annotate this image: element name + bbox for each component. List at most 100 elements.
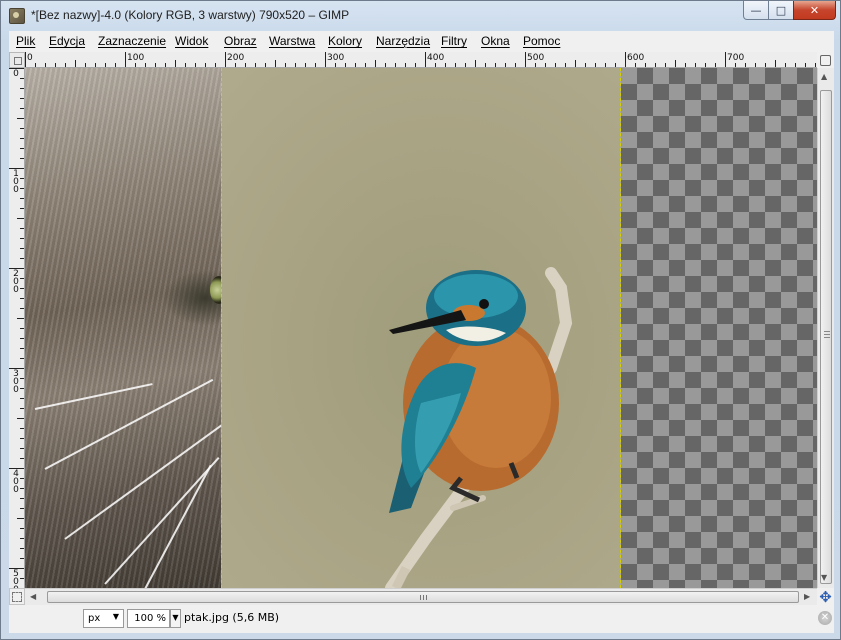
maximize-button[interactable]: □: [768, 1, 794, 20]
menu-edycja[interactable]: Edycja: [49, 34, 85, 48]
vertical-scroll-thumb[interactable]: [820, 90, 832, 584]
ruler-label: 300: [327, 53, 345, 63]
ruler-tick: [20, 248, 24, 249]
ruler-tick: [20, 228, 24, 229]
ruler-tick: [315, 63, 316, 67]
ruler-tick: [815, 63, 816, 67]
ruler-tick: [85, 63, 86, 67]
ruler-tick: [595, 63, 596, 67]
ruler-tick: [20, 208, 24, 209]
ruler-tick: [715, 63, 716, 67]
ruler-tick: [605, 63, 606, 67]
ruler-tick: [415, 63, 416, 67]
menu-okna[interactable]: Okna: [481, 34, 510, 48]
transparent-checkerboard: [621, 68, 817, 588]
ruler-tick: [425, 52, 426, 67]
zoom-input[interactable]: 100 %: [127, 609, 170, 628]
scroll-up-icon[interactable]: ▲: [821, 72, 827, 81]
menu-obraz[interactable]: Obraz: [224, 34, 257, 48]
menu-narzedzia[interactable]: Narzędzia: [376, 34, 430, 48]
title-bar[interactable]: *[Bez nazwy]-4.0 (Kolory RGB, 3 warstwy)…: [1, 1, 841, 31]
ruler-tick: [225, 52, 226, 67]
ruler-tick: [165, 63, 166, 67]
scroll-down-icon[interactable]: ▼: [821, 573, 827, 582]
ruler-label: 300: [13, 369, 19, 395]
menu-plik[interactable]: Plik: [16, 34, 35, 48]
ruler-tick: [585, 63, 586, 67]
ruler-tick: [17, 418, 24, 419]
ruler-tick: [745, 63, 746, 67]
ruler-tick: [565, 63, 566, 67]
horizontal-ruler[interactable]: 0 100 200 300 400 500 600 700: [25, 52, 817, 68]
horizontal-scrollbar[interactable]: ◀ ▶: [25, 588, 817, 605]
scroll-right-icon[interactable]: ▶: [804, 592, 810, 601]
ruler-tick: [20, 478, 24, 479]
status-message: ptak.jpg (5,6 MB): [184, 611, 280, 624]
ruler-label: 0: [27, 53, 33, 63]
menu-widok[interactable]: Widok: [175, 34, 208, 48]
gimp-app-icon[interactable]: [9, 8, 25, 24]
ruler-tick: [20, 458, 24, 459]
ruler-tick: [205, 63, 206, 67]
menu-pomoc[interactable]: Pomoc: [523, 34, 560, 48]
ruler-tick: [17, 218, 24, 219]
ruler-tick: [17, 118, 24, 119]
menu-zaznaczenie[interactable]: Zaznaczenie: [98, 34, 166, 48]
ruler-tick: [20, 388, 24, 389]
ruler-tick: [755, 63, 756, 67]
menu-kolory[interactable]: Kolory: [328, 34, 362, 48]
ruler-tick: [365, 63, 366, 67]
ruler-label: 500: [13, 569, 19, 589]
ruler-tick: [20, 88, 24, 89]
quick-mask-toggle[interactable]: [9, 588, 25, 605]
ruler-tick: [115, 63, 116, 67]
ruler-tick: [125, 52, 126, 67]
zoom-dropdown-button[interactable]: ▼: [170, 609, 181, 628]
menu-filtry[interactable]: Filtry: [441, 34, 467, 48]
ruler-tick: [665, 63, 666, 67]
cat-photo-layer: [25, 68, 228, 588]
vertical-ruler[interactable]: 0 100 200 300 400 500: [9, 68, 25, 588]
ruler-tick: [645, 63, 646, 67]
menu-bar: Plik Edycja Zaznaczenie Widok Obraz Wars…: [9, 31, 834, 53]
ruler-tick: [20, 238, 24, 239]
ruler-label: 400: [427, 53, 445, 63]
navigate-icon[interactable]: ✥: [817, 588, 834, 606]
menu-warstwa[interactable]: Warstwa: [269, 34, 315, 48]
ruler-tick: [485, 63, 486, 67]
vertical-scrollbar[interactable]: ▲ ▼: [817, 68, 834, 588]
cancel-icon[interactable]: ✕: [818, 611, 832, 625]
ruler-tick: [355, 63, 356, 67]
ruler-label: 100: [13, 169, 19, 195]
ruler-tick: [20, 158, 24, 159]
ruler-tick: [805, 63, 806, 67]
ruler-tick: [455, 63, 456, 67]
ruler-tick: [535, 63, 536, 67]
gimp-window: *[Bez nazwy]-4.0 (Kolory RGB, 3 warstwy)…: [0, 0, 841, 640]
ruler-tick: [675, 60, 676, 67]
ruler-label: 700: [727, 53, 745, 63]
ruler-tick: [20, 408, 24, 409]
close-icon: ✕: [809, 3, 820, 17]
ruler-tick: [245, 63, 246, 67]
ruler-tick: [285, 63, 286, 67]
ruler-tick: [765, 63, 766, 67]
close-button[interactable]: ✕: [793, 1, 836, 20]
unit-dropdown[interactable]: px ▼: [83, 609, 124, 628]
ruler-tick: [20, 448, 24, 449]
ruler-tick: [685, 63, 686, 67]
ruler-tick: [555, 63, 556, 67]
horizontal-scroll-thumb[interactable]: [47, 591, 799, 603]
image-canvas[interactable]: [25, 68, 817, 588]
scroll-left-icon[interactable]: ◀: [30, 592, 36, 601]
image-menu-button[interactable]: [9, 52, 25, 68]
minimize-button[interactable]: —: [743, 1, 769, 20]
ruler-tick: [20, 188, 24, 189]
ruler-tick: [17, 318, 24, 319]
cat-whisker: [44, 378, 214, 470]
ruler-tick: [65, 63, 66, 67]
ruler-tick: [465, 63, 466, 67]
ruler-tick: [20, 538, 24, 539]
zoom-to-fit-icon[interactable]: [817, 52, 834, 68]
ruler-tick: [395, 63, 396, 67]
